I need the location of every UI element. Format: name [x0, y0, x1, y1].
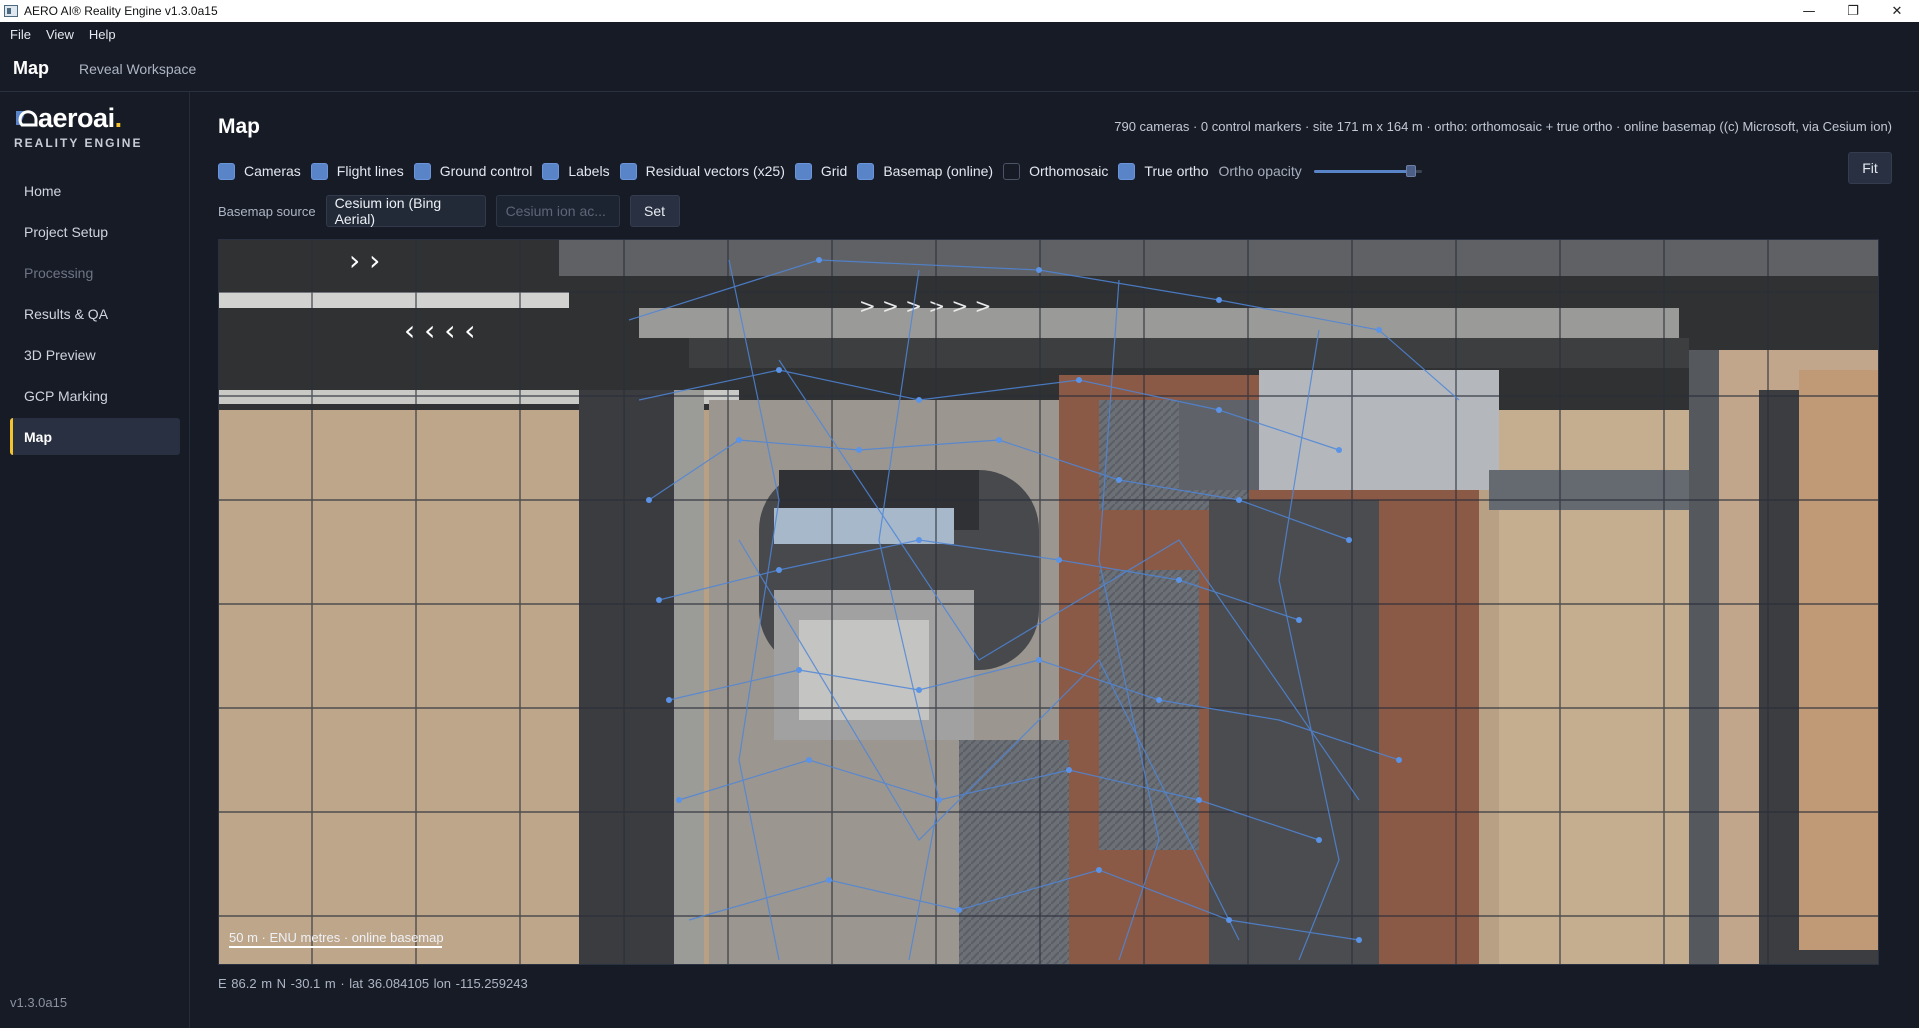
sidebar-item-3d-preview[interactable]: 3D Preview [10, 336, 180, 373]
sidebar-item-map[interactable]: Map [10, 418, 180, 455]
logo-subtitle: REALITY ENGINE [14, 136, 143, 150]
orthomosaic-label: Orthomosaic [1029, 163, 1109, 179]
layer-grid[interactable]: Grid [794, 162, 848, 180]
layer-orthomosaic[interactable]: Orthomosaic [1003, 162, 1109, 180]
labels-label: Labels [568, 163, 610, 179]
menu-bar: File View Help [0, 22, 1919, 46]
svg-text:› ›: › › [349, 244, 380, 277]
grid-label: Grid [820, 163, 848, 179]
map-viewport[interactable]: › › ‹ ‹ ‹ ‹ > > > > > > 50 m · ENU metre… [218, 239, 1879, 965]
sidebar: aeroai. REALITY ENGINE Home Project Setu… [0, 92, 190, 1028]
slider-handle[interactable] [1405, 165, 1416, 177]
grid-checkbox[interactable] [794, 162, 812, 180]
maximize-button[interactable]: ❐ [1831, 0, 1875, 22]
page-title: Map [218, 115, 260, 138]
svg-text:> > > > > >: > > > > > > [859, 294, 991, 318]
side-road [579, 390, 689, 964]
app-icon [4, 5, 18, 17]
layer-residual-vectors[interactable]: Residual vectors (x25) [619, 162, 785, 180]
flight-lines-checkbox[interactable] [310, 162, 328, 180]
cursor-coordinates: E 86.2 m N -30.1 m · lat 36.084105 lon -… [218, 976, 528, 991]
window-titlebar: AERO AI® Reality Engine v1.3.0a15 — ❐ ✕ [0, 0, 1919, 22]
basemap-source-row: Basemap source Cesium ion (Bing Aerial) … [218, 195, 680, 227]
map-canvas[interactable]: › › ‹ ‹ ‹ ‹ > > > > > > [219, 240, 1879, 965]
set-token-button[interactable]: Set [629, 195, 680, 227]
basemap-label: Basemap (online) [883, 163, 994, 179]
sidebar-item-processing[interactable]: Processing [10, 254, 180, 291]
layer-toggles: Cameras Flight lines Ground control Labe… [218, 158, 1422, 184]
fit-button[interactable]: Fit [1848, 152, 1892, 184]
tab-map[interactable]: Map [13, 58, 49, 79]
sidebar-item-project-setup[interactable]: Project Setup [10, 213, 180, 250]
brand-logo: aeroai. REALITY ENGINE [14, 103, 143, 151]
sidebar-item-gcp-marking[interactable]: GCP Marking [10, 377, 180, 414]
labels-checkbox[interactable] [542, 162, 560, 180]
close-button[interactable]: ✕ [1875, 0, 1919, 22]
ground-control-checkbox[interactable] [413, 162, 431, 180]
true-ortho-checkbox[interactable] [1118, 162, 1136, 180]
tab-reveal-workspace[interactable]: Reveal Workspace [79, 61, 196, 77]
sidebar-item-home[interactable]: Home [10, 172, 180, 209]
ortho-opacity-slider[interactable] [1313, 163, 1422, 179]
layer-flight-lines[interactable]: Flight lines [310, 162, 404, 180]
basemap-source-label: Basemap source [218, 203, 316, 219]
orthomosaic-checkbox[interactable] [1003, 162, 1021, 180]
workspace-tabs: Map Reveal Workspace [0, 46, 1919, 92]
true-ortho-label: True ortho [1144, 163, 1209, 179]
layer-ground-control[interactable]: Ground control [413, 162, 533, 180]
logo-mark-icon [16, 110, 38, 127]
gas-station-canopy [774, 508, 954, 544]
scale-label: 50 m · ENU metres · online basemap [229, 930, 444, 945]
sidebar-item-results-qa[interactable]: Results & QA [10, 295, 180, 332]
menu-file[interactable]: File [0, 27, 36, 42]
basemap-source-select[interactable]: Cesium ion (Bing Aerial) [325, 195, 486, 227]
basemap-checkbox[interactable] [857, 162, 875, 180]
layer-labels[interactable]: Labels [542, 162, 610, 180]
slider-fill [1313, 170, 1411, 173]
layer-cameras[interactable]: Cameras [218, 162, 301, 180]
flight-lines-label: Flight lines [336, 163, 404, 179]
residual-vectors-checkbox[interactable] [619, 162, 637, 180]
window-controls: — ❐ ✕ [1787, 0, 1919, 22]
cesium-token-input[interactable]: Cesium ion ac... [495, 195, 620, 227]
residual-vectors-label: Residual vectors (x25) [645, 163, 785, 179]
cameras-label: Cameras [244, 163, 301, 179]
map-scale: 50 m · ENU metres · online basemap [229, 930, 444, 948]
main-content: Map 790 cameras · 0 control markers · si… [190, 92, 1919, 1028]
logo-word: aeroai. [38, 103, 122, 133]
scale-bar [229, 946, 442, 948]
menu-help[interactable]: Help [79, 27, 121, 42]
sidebar-nav: Home Project Setup Processing Results & … [10, 172, 180, 459]
map-status-text: 790 cameras · 0 control markers · site 1… [1114, 119, 1892, 134]
window-title: AERO AI® Reality Engine v1.3.0a15 [24, 4, 218, 18]
minimize-button[interactable]: — [1787, 0, 1831, 22]
svg-text:‹ ‹ ‹ ‹: ‹ ‹ ‹ ‹ [404, 314, 476, 347]
cameras-checkbox[interactable] [218, 162, 235, 180]
ortho-opacity-label: Ortho opacity [1218, 163, 1302, 179]
menu-view[interactable]: View [36, 27, 79, 42]
ground-control-label: Ground control [439, 163, 533, 179]
layer-basemap[interactable]: Basemap (online) [857, 162, 994, 180]
layer-true-ortho[interactable]: True ortho [1118, 162, 1209, 180]
version-label: v1.3.0a15 [10, 995, 68, 1010]
